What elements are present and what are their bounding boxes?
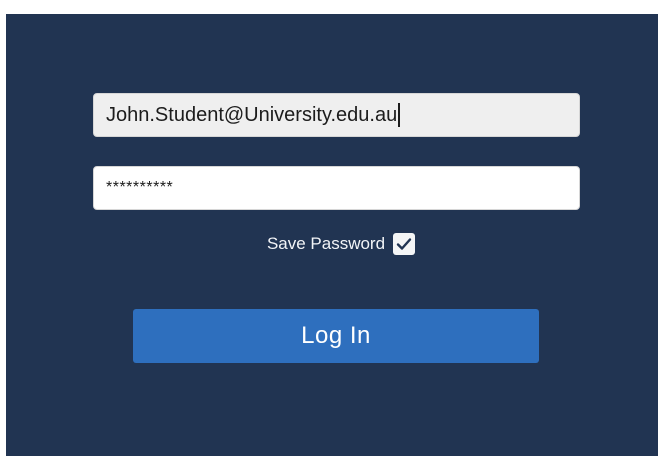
- save-password-label: Save Password: [266, 234, 386, 253]
- text-cursor: [398, 103, 401, 127]
- login-button[interactable]: Log In: [133, 309, 539, 363]
- email-field[interactable]: John.Student@University.edu.au: [93, 93, 580, 137]
- email-value: John.Student@University.edu.au: [106, 103, 398, 126]
- login-panel: John.Student@University.edu.au *********…: [6, 14, 658, 456]
- login-button-label: Log In: [301, 322, 371, 349]
- save-password-row: Save Password: [6, 233, 658, 255]
- save-password-checkbox[interactable]: [393, 233, 416, 255]
- password-field[interactable]: **********: [93, 166, 580, 210]
- password-value: **********: [106, 179, 174, 196]
- check-icon: [396, 238, 412, 250]
